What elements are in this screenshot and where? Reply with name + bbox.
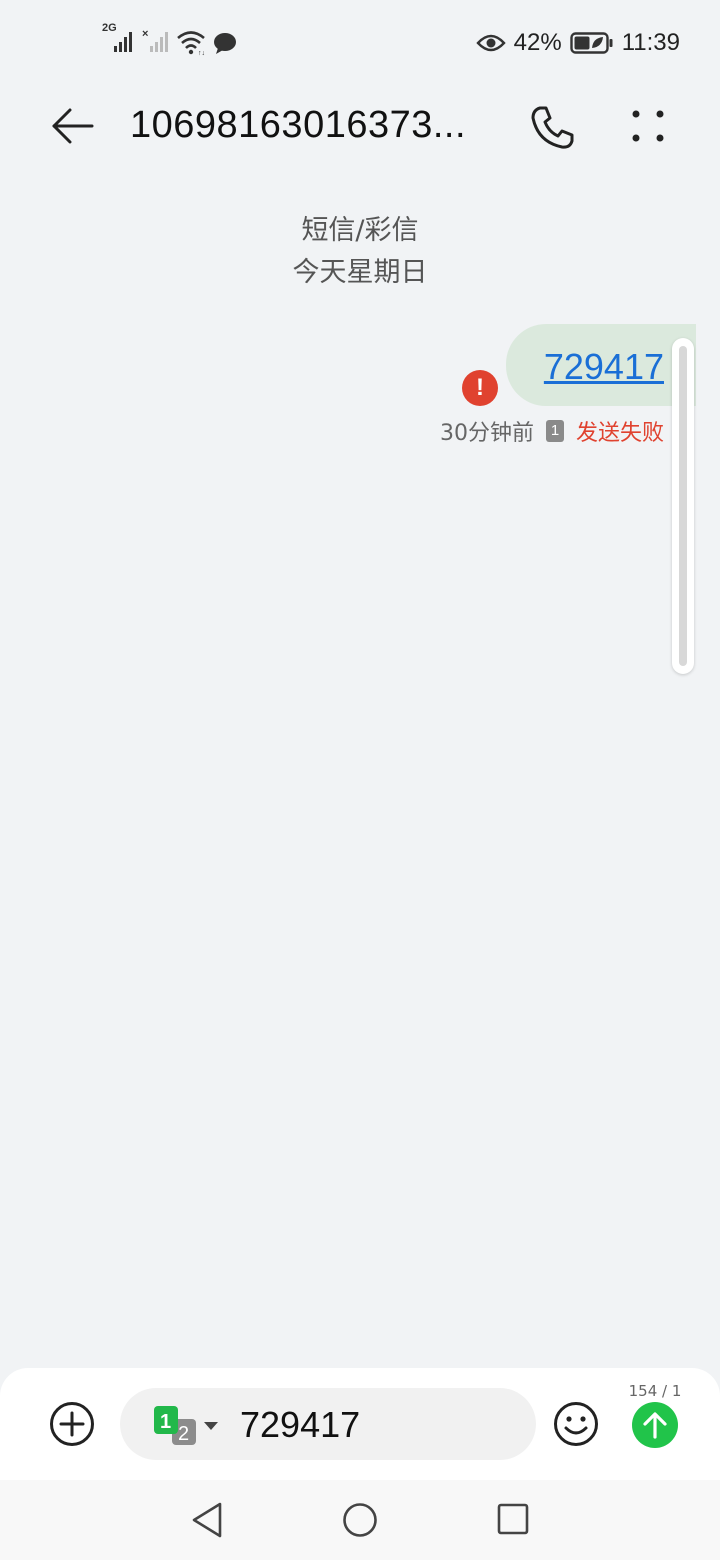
date-label: 今天星期日 <box>292 257 428 288</box>
more-options-button[interactable] <box>624 104 672 152</box>
emoji-button[interactable] <box>552 1400 600 1448</box>
signal-2-no-service-icon: × <box>142 26 170 56</box>
signal-1-icon: 2G <box>100 22 136 56</box>
nav-back-button[interactable] <box>188 1500 228 1540</box>
add-circle-icon <box>50 1402 94 1446</box>
screen: 2G × ↑↓ 42% 11:39 10698163016373... 短信/彩… <box>0 0 720 1560</box>
message-time: 30分钟前 <box>440 421 534 446</box>
nav-recent-button[interactable] <box>494 1500 534 1540</box>
char-counter: 154 / 1 <box>628 1382 682 1400</box>
chat-bubble-icon <box>212 30 238 56</box>
composer-bar: 2 1 729417 154 / 1 <box>0 1368 720 1480</box>
status-left-icons: 2G × ↑↓ <box>100 22 238 57</box>
battery-percent: 42% <box>513 29 562 56</box>
emoji-icon <box>554 1402 598 1446</box>
more-dots-icon <box>632 110 664 142</box>
message-text-link[interactable]: 729417 <box>544 346 664 388</box>
status-bar: 2G × ↑↓ 42% 11:39 <box>0 0 720 86</box>
back-arrow-icon <box>52 108 94 144</box>
eye-comfort-icon <box>476 32 506 54</box>
conversation-title: 10698163016373... <box>130 104 467 146</box>
message-bubble[interactable]: 729417 <box>506 324 696 406</box>
message-meta: 30分钟前 1 发送失败 <box>440 416 664 446</box>
send-button[interactable] <box>632 1402 678 1448</box>
sim-badge-icon: 1 <box>546 420 564 442</box>
wifi-icon: ↑↓ <box>176 28 206 57</box>
clock: 11:39 <box>621 29 680 56</box>
nav-recent-icon <box>497 1503 529 1535</box>
message-input[interactable]: 2 1 729417 <box>120 1388 536 1460</box>
conversation-channel-info: 短信/彩信 今天星期日 <box>0 210 720 294</box>
add-attachment-button[interactable] <box>48 1400 96 1448</box>
nav-home-icon <box>343 1503 377 1537</box>
message-input-value[interactable]: 729417 <box>240 1404 360 1446</box>
nav-home-button[interactable] <box>340 1500 380 1540</box>
send-icon <box>643 1412 667 1439</box>
call-button[interactable] <box>526 102 578 154</box>
send-failed-icon[interactable]: ! <box>462 370 498 406</box>
svg-text:↑↓: ↑↓ <box>198 50 205 56</box>
channel-label: 短信/彩信 <box>301 215 419 246</box>
scrollbar-thumb[interactable] <box>679 346 687 666</box>
sim-secondary-label: 2 <box>178 1423 189 1445</box>
battery-saver-icon <box>570 31 614 55</box>
sim-selector[interactable]: 2 1 <box>154 1406 224 1446</box>
nav-back-icon <box>192 1502 222 1538</box>
message-status: 发送失败 <box>576 421 665 446</box>
sim-primary-label: 1 <box>160 1411 171 1433</box>
system-nav-bar <box>0 1480 720 1560</box>
back-button[interactable] <box>44 102 100 150</box>
conversation-header: 10698163016373... <box>0 86 720 172</box>
phone-icon <box>531 106 574 149</box>
status-right-icons: 42% 11:39 <box>476 26 680 60</box>
svg-text:×: × <box>142 28 148 40</box>
scrollbar[interactable] <box>672 338 694 674</box>
sim-select-icon: 2 1 <box>154 1406 218 1445</box>
